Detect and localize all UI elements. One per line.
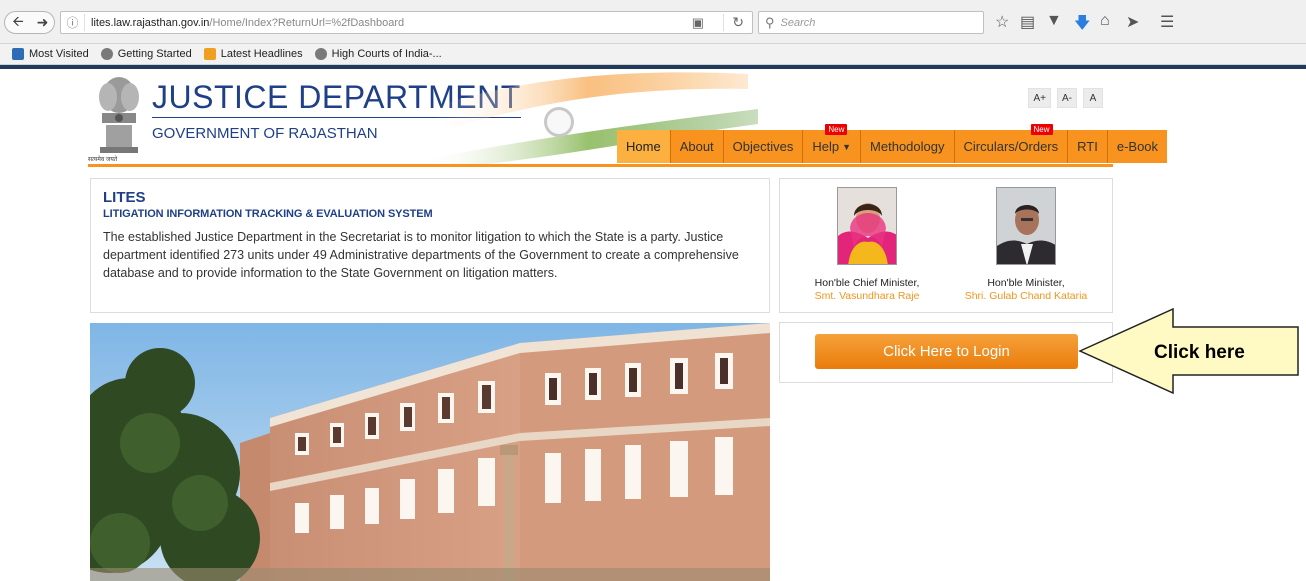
rss-icon bbox=[203, 48, 216, 60]
globe-icon bbox=[100, 48, 113, 60]
bookmark-latest-headlines[interactable]: Latest Headlines bbox=[203, 48, 303, 60]
callout-label: Click here bbox=[1154, 342, 1245, 363]
url-text: lites.law.rajasthan.gov.in/Home/Index?Re… bbox=[85, 17, 404, 29]
ashoka-chakra-icon bbox=[544, 107, 574, 137]
font-reset-button[interactable]: A bbox=[1083, 88, 1103, 108]
menu-label: Home bbox=[626, 139, 661, 154]
header-rule bbox=[88, 164, 1113, 167]
main-menu: Home About Objectives New Help ▼ Methodol… bbox=[617, 124, 1168, 163]
url-host: lites.law.rajasthan.gov.in bbox=[91, 16, 210, 29]
bookmark-star-icon[interactable]: ☆ bbox=[995, 12, 1009, 32]
menu-home[interactable]: Home bbox=[617, 130, 671, 163]
reload-icon[interactable]: ↻ bbox=[723, 14, 744, 31]
minister-card: Hon'ble Chief Minister, Smt. Vasundhara … bbox=[787, 187, 947, 302]
menu-label: Circulars/Orders bbox=[963, 139, 1059, 154]
globe-icon bbox=[314, 48, 327, 60]
site-subtitle: GOVERNMENT OF RAJASTHAN bbox=[152, 125, 378, 142]
bookmark-most-visited[interactable]: Most Visited bbox=[12, 48, 89, 60]
minister-role: Hon'ble Chief Minister, bbox=[814, 277, 920, 289]
minister-name: Smt. Vasundhara Raje bbox=[814, 290, 920, 302]
browser-nav-bar: 🡨 ➜ ⓘ lites.law.rajasthan.gov.in/Home/In… bbox=[0, 0, 1306, 44]
address-bar[interactable]: ⓘ lites.law.rajasthan.gov.in/Home/Index?… bbox=[60, 11, 753, 34]
menu-ebook[interactable]: e-Book bbox=[1108, 130, 1167, 163]
menu-methodology[interactable]: Methodology bbox=[861, 130, 955, 163]
lites-title: LITES bbox=[103, 189, 146, 206]
bookmark-label: Latest Headlines bbox=[220, 48, 303, 60]
chief-minister-photo bbox=[837, 187, 897, 265]
menu-label: RTI bbox=[1077, 139, 1098, 154]
download-icon[interactable]: 🡇 bbox=[1074, 12, 1090, 39]
bookmark-label: Getting Started bbox=[117, 48, 192, 60]
menu-hamburger-icon[interactable]: ☰ bbox=[1160, 12, 1174, 32]
menu-label: Methodology bbox=[870, 139, 945, 154]
info-icon[interactable]: ⓘ bbox=[61, 14, 85, 31]
bookmark-label: High Courts of India-... bbox=[331, 48, 442, 60]
minister-role: Hon'ble Minister, bbox=[987, 277, 1065, 289]
url-path: /Home/Index?ReturnUrl=%2fDashboard bbox=[209, 16, 405, 29]
menu-label: Objectives bbox=[732, 139, 794, 154]
bookmarks-bar: Most Visited Getting Started Latest Head… bbox=[0, 44, 1306, 65]
menu-label: Help bbox=[812, 139, 840, 154]
ministers-panel: Hon'ble Chief Minister, Smt. Vasundhara … bbox=[779, 178, 1113, 313]
font-decrease-button[interactable]: A- bbox=[1057, 88, 1077, 108]
login-button[interactable]: Click Here to Login bbox=[815, 334, 1078, 369]
emblem-caption: सत्यमेव जयते bbox=[88, 157, 118, 163]
menu-label: About bbox=[679, 139, 714, 154]
bookmarks-library-icon[interactable]: ▤ bbox=[1020, 12, 1035, 32]
lites-intro-panel: LITES LITIGATION INFORMATION TRACKING & … bbox=[90, 178, 770, 313]
menu-rti[interactable]: RTI bbox=[1068, 130, 1108, 163]
arrow-left-icon: 🡨 bbox=[12, 12, 24, 29]
login-panel: Click Here to Login bbox=[779, 322, 1113, 383]
site-header: सत्यमेव जयते JUSTICE DEPARTMENT GOVERNME… bbox=[88, 69, 1168, 166]
send-icon[interactable]: ➤ bbox=[1126, 12, 1139, 32]
bookmark-folder-icon bbox=[12, 48, 24, 60]
lites-description: The established Justice Department in th… bbox=[103, 230, 739, 280]
bookmark-high-courts[interactable]: High Courts of India-... bbox=[314, 48, 442, 60]
menu-objectives[interactable]: Objectives bbox=[724, 130, 804, 163]
state-emblem-icon bbox=[99, 77, 139, 153]
menu-label: e-Book bbox=[1116, 139, 1159, 154]
menu-help[interactable]: New Help ▼ bbox=[803, 124, 862, 163]
minister-name: Shri. Gulab Chand Kataria bbox=[964, 290, 1088, 302]
browser-search-input[interactable]: ⚲ Search bbox=[758, 11, 984, 34]
menu-about[interactable]: About bbox=[671, 130, 724, 163]
arrow-right-icon: ➜ bbox=[36, 14, 49, 30]
new-badge: New bbox=[1030, 124, 1053, 135]
home-icon[interactable]: ⌂ bbox=[1100, 12, 1110, 30]
lites-subtitle: LITIGATION INFORMATION TRACKING & EVALUA… bbox=[103, 208, 433, 220]
reader-view-icon[interactable]: ▣ bbox=[692, 15, 704, 31]
search-placeholder: Search bbox=[780, 16, 816, 29]
search-icon: ⚲ bbox=[765, 14, 775, 30]
minister-card: Hon'ble Minister, Shri. Gulab Chand Kata… bbox=[946, 187, 1106, 302]
font-increase-button[interactable]: A+ bbox=[1028, 88, 1051, 108]
secretariat-building-photo bbox=[90, 323, 770, 581]
back-button[interactable]: 🡨 bbox=[4, 11, 32, 34]
caret-down-icon: ▼ bbox=[842, 141, 852, 152]
minister-photo bbox=[996, 187, 1056, 265]
bookmark-label: Most Visited bbox=[29, 48, 89, 60]
forward-button[interactable]: ➜ bbox=[31, 11, 55, 34]
bookmark-getting-started[interactable]: Getting Started bbox=[100, 48, 192, 60]
pocket-icon[interactable]: ▼ bbox=[1046, 12, 1062, 30]
new-badge: New bbox=[825, 124, 848, 135]
menu-circulars-orders[interactable]: New Circulars/Orders bbox=[955, 124, 1069, 163]
font-size-controls: A+ A- A bbox=[1028, 88, 1103, 108]
